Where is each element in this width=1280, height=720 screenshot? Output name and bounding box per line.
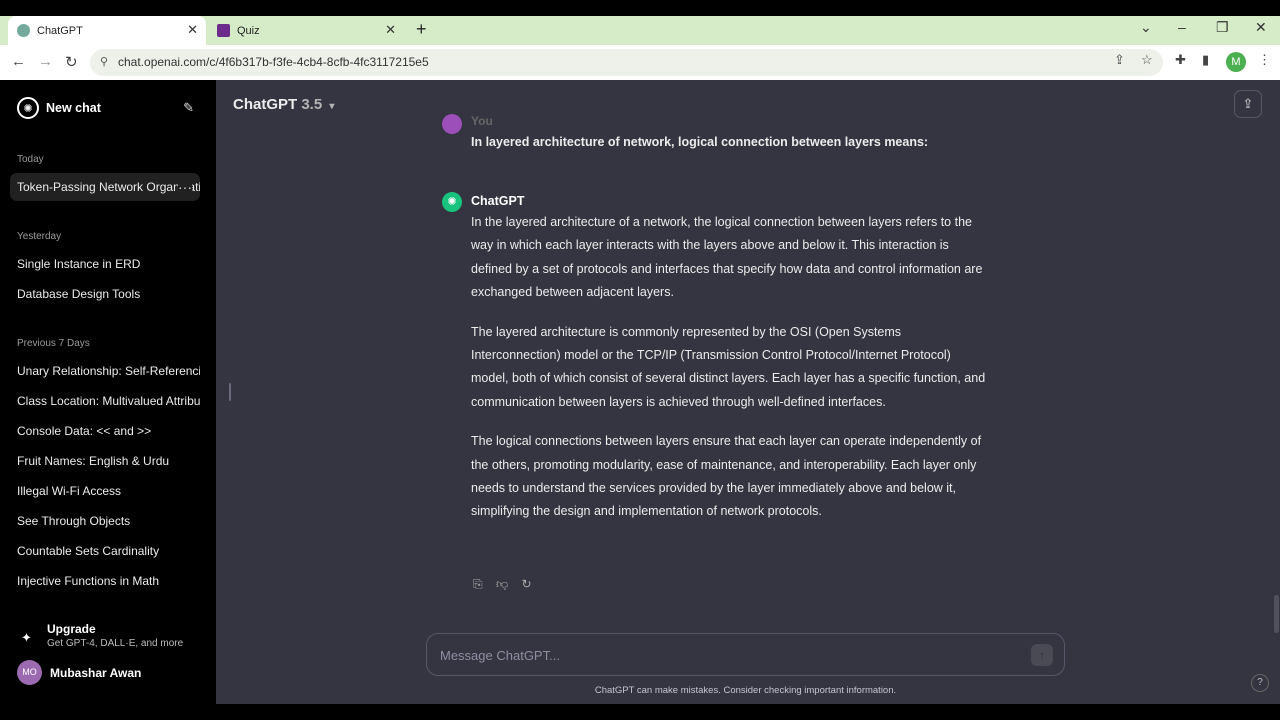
sidebar: ✺ New chat ✎ Today Token-Passing Network… xyxy=(0,80,216,704)
answer-paragraph: The logical connections between layers e… xyxy=(471,434,982,519)
answer-paragraph: The layered architecture is commonly rep… xyxy=(471,324,986,409)
sidebar-item[interactable]: Database Design Tools xyxy=(10,280,200,308)
sidebar-item[interactable]: Class Location: Multivalued Attribute xyxy=(10,387,200,415)
sidebar-item[interactable]: Fruit Names: English & Urdu xyxy=(10,447,200,475)
assistant-answer: In the layered architecture of a network… xyxy=(471,211,991,540)
more-options-icon[interactable]: ··· xyxy=(178,173,192,201)
sidebar-item[interactable]: Unary Relationship: Self-Referencing xyxy=(10,357,200,385)
answer-paragraph: In the layered architecture of a network… xyxy=(471,215,983,300)
address-bar[interactable]: ⚲ chat.openai.com/c/4f6b317b-f3fe-4cb4-8… xyxy=(90,49,1163,76)
window-close-icon[interactable]: ✕ xyxy=(1255,19,1267,36)
openai-logo-icon: ✺ xyxy=(17,97,39,119)
tab-label: ChatGPT xyxy=(37,24,83,37)
forward-icon[interactable]: → xyxy=(38,53,53,70)
sidebar-item[interactable]: Token-Passing Network Organization ··· xyxy=(10,173,200,201)
chatgpt-avatar-icon: ✺ xyxy=(442,192,462,212)
chatgpt-favicon-icon xyxy=(17,24,30,37)
model-selector[interactable]: ChatGPT 3.5 ▾ xyxy=(233,96,334,113)
message-actions: ⎘ 👎︎ ↻ xyxy=(473,577,542,592)
sidebar-item[interactable]: Illegal Wi-Fi Access xyxy=(10,477,200,505)
upgrade-button[interactable]: ✦ Upgrade Get GPT-4, DALL·E, and more xyxy=(17,622,207,658)
close-icon[interactable]: ✕ xyxy=(385,23,396,37)
user-avatar: MO xyxy=(17,660,42,685)
restore-icon[interactable]: ❐ xyxy=(1216,19,1229,36)
share-page-icon[interactable]: ⇪ xyxy=(1114,52,1125,68)
sidebar-item[interactable]: Injective Functions in Math xyxy=(10,567,200,595)
upgrade-title: Upgrade xyxy=(47,622,96,636)
extensions-icon[interactable]: ✚ xyxy=(1175,52,1186,68)
site-info-icon[interactable]: ⚲ xyxy=(100,55,108,68)
profile-avatar[interactable]: M xyxy=(1226,52,1246,72)
bottom-strip xyxy=(0,704,1280,720)
tab-chatgpt[interactable]: ChatGPT ✕ xyxy=(8,16,206,45)
regenerate-icon[interactable]: ↻ xyxy=(521,577,531,591)
message-input[interactable]: Message ChatGPT... ↑ xyxy=(426,633,1065,676)
address-row: ← → ↻ ⚲ chat.openai.com/c/4f6b317b-f3fe-… xyxy=(0,45,1280,80)
new-chat-label: New chat xyxy=(46,101,101,115)
assistant-label: ChatGPT xyxy=(471,194,525,208)
section-previous-7-days: Previous 7 Days xyxy=(17,338,90,349)
minimize-icon[interactable]: – xyxy=(1178,19,1186,35)
new-chat-button[interactable]: ✺ New chat ✎ xyxy=(10,92,206,124)
sidebar-item[interactable]: See Through Objects xyxy=(10,507,200,535)
chat-main: ChatGPT 3.5 ▾ ⇪ You In layered architect… xyxy=(216,80,1280,704)
reload-icon[interactable]: ↻ xyxy=(65,53,78,71)
help-button[interactable]: ? xyxy=(1251,674,1269,692)
model-name: ChatGPT xyxy=(233,96,298,113)
menu-kebab-icon[interactable]: ⋮ xyxy=(1258,52,1271,68)
section-yesterday: Yesterday xyxy=(17,231,62,242)
close-icon[interactable]: ✕ xyxy=(187,23,198,37)
new-tab-icon[interactable]: + xyxy=(416,19,427,40)
copy-icon[interactable]: ⎘ xyxy=(473,577,483,591)
back-icon[interactable]: ← xyxy=(11,53,26,70)
side-panel-icon[interactable]: ▮ xyxy=(1202,52,1209,68)
url-text: chat.openai.com/c/4f6b317b-f3fe-4cb4-8cf… xyxy=(118,55,429,69)
scrollbar[interactable] xyxy=(1274,595,1279,633)
user-name: Mubashar Awan xyxy=(50,666,142,680)
edit-icon[interactable]: ✎ xyxy=(183,100,194,116)
chevron-down-icon: ▾ xyxy=(329,101,335,112)
tab-quiz[interactable]: Quiz ✕ xyxy=(208,16,404,45)
sidebar-item[interactable]: Console Data: << and >> xyxy=(10,417,200,445)
share-button[interactable]: ⇪ xyxy=(1234,90,1262,118)
list-fade xyxy=(0,600,216,622)
send-icon[interactable]: ↑ xyxy=(1031,644,1053,666)
thumbs-down-icon[interactable]: 👎︎ xyxy=(496,577,508,591)
model-version: 3.5 xyxy=(301,96,323,113)
quiz-favicon-icon xyxy=(217,24,230,37)
top-strip xyxy=(0,0,1280,16)
sparkle-icon: ✦ xyxy=(21,630,32,645)
tab-label: Quiz xyxy=(237,24,260,37)
message-placeholder: Message ChatGPT... xyxy=(440,648,560,663)
bookmark-star-icon[interactable]: ☆ xyxy=(1141,52,1153,68)
user-question: In layered architecture of network, logi… xyxy=(471,135,929,149)
sidebar-item[interactable]: Single Instance in ERD xyxy=(10,250,200,278)
upgrade-subtitle: Get GPT-4, DALL·E, and more xyxy=(47,638,184,649)
sidebar-toggle-handle[interactable] xyxy=(229,383,231,401)
user-menu[interactable]: MO Mubashar Awan xyxy=(17,660,207,686)
sidebar-item-label: Token-Passing Network Organization xyxy=(17,180,200,194)
section-today: Today xyxy=(17,154,44,165)
tab-bar: ChatGPT ✕ Quiz ✕ + ⌄ – ❐ ✕ xyxy=(0,16,1280,45)
tab-search-chevron-icon[interactable]: ⌄ xyxy=(1140,19,1152,36)
disclaimer: ChatGPT can make mistakes. Consider chec… xyxy=(594,685,897,696)
user-message-label: You xyxy=(471,114,493,128)
user-message-avatar xyxy=(442,114,462,134)
sidebar-item[interactable]: Countable Sets Cardinality xyxy=(10,537,200,565)
